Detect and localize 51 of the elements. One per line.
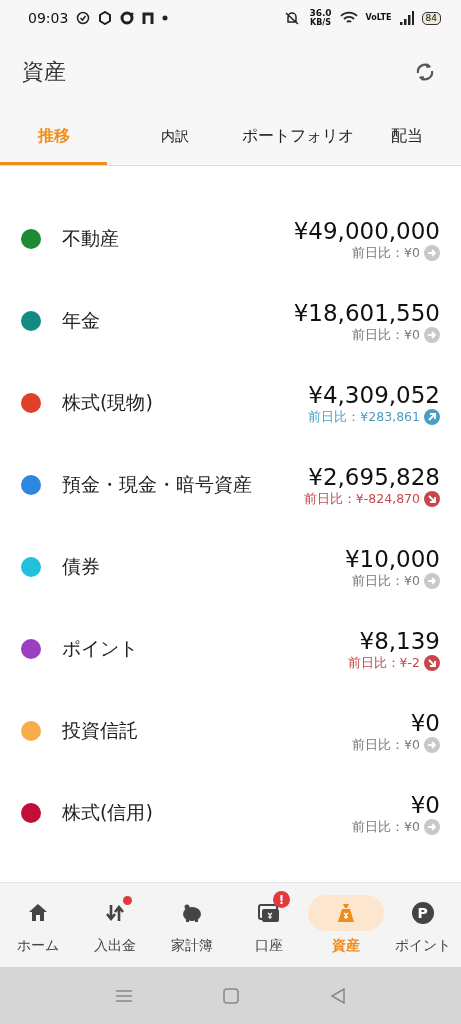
asset-amount: ¥4,309,052 <box>308 380 440 409</box>
asset-category: 年金 <box>62 308 101 333</box>
clock: 09:03 <box>28 10 69 26</box>
daily-change: 前日比：¥-2 <box>347 654 420 672</box>
speed-unit: KB/S <box>310 18 331 27</box>
network-type: VoLTE <box>365 13 392 23</box>
asset-amount: ¥2,695,828 <box>308 462 440 491</box>
signal-icon <box>399 11 414 25</box>
nav-tab[interactable]: ホーム <box>0 883 77 967</box>
alert-badge: ! <box>272 891 290 908</box>
asset-amount: ¥10,000 <box>344 544 440 573</box>
app-notification-icon <box>142 11 155 25</box>
app-notification-icon <box>120 11 135 25</box>
asset-amount: ¥8,139 <box>359 626 440 655</box>
tab[interactable]: 内訳 <box>107 108 242 165</box>
daily-change: 前日比：¥0 <box>352 326 420 344</box>
point-coin-icon: P <box>410 901 435 925</box>
asset-amount: ¥0 <box>410 790 440 819</box>
wifi-icon <box>339 11 358 25</box>
dot-icon <box>162 15 169 21</box>
back-icon[interactable] <box>329 987 346 1004</box>
nav-tab[interactable]: 家計簿 <box>153 883 231 967</box>
asset-category: 投資信託 <box>62 718 139 743</box>
asset-category: 株式(信用) <box>62 800 154 825</box>
nav-tab[interactable]: ! 口座 <box>230 883 308 967</box>
asset-amount: ¥0 <box>410 708 440 737</box>
home-square-icon[interactable] <box>223 987 240 1004</box>
check-circle-icon <box>76 11 91 25</box>
menu-icon[interactable] <box>115 988 134 1003</box>
nav-tab[interactable]: P ポイント <box>384 883 461 967</box>
app-notification-icon <box>98 11 113 25</box>
nav-tab[interactable]: 入出金 <box>76 883 154 967</box>
asset-category: ポイント <box>62 636 139 661</box>
daily-change: 前日比：¥0 <box>352 244 420 262</box>
asset-amount: ¥18,601,550 <box>293 298 440 327</box>
asset-category: 不動産 <box>62 226 120 251</box>
battery-indicator: 84 <box>421 11 441 25</box>
asset-category: 預金・現金・暗号資産 <box>62 472 253 497</box>
asset-amount: ¥49,000,000 <box>293 216 440 245</box>
asset-category: 株式(現物) <box>62 390 154 415</box>
network-speed: 36.0 <box>309 9 332 18</box>
daily-change: 前日比：¥-824,870 <box>303 490 420 508</box>
daily-change: 前日比：¥0 <box>352 736 420 754</box>
tab[interactable]: ポートフォリオ <box>241 108 354 165</box>
daily-change: 前日比：¥0 <box>352 818 420 836</box>
wallet-icon <box>256 901 281 925</box>
daily-change: 前日比：¥283,861 <box>308 408 420 426</box>
daily-change: 前日比：¥0 <box>352 572 420 590</box>
page-title: 資産 <box>22 58 66 86</box>
asset-category: 債券 <box>62 554 101 579</box>
tab[interactable]: 配当 <box>353 108 461 165</box>
